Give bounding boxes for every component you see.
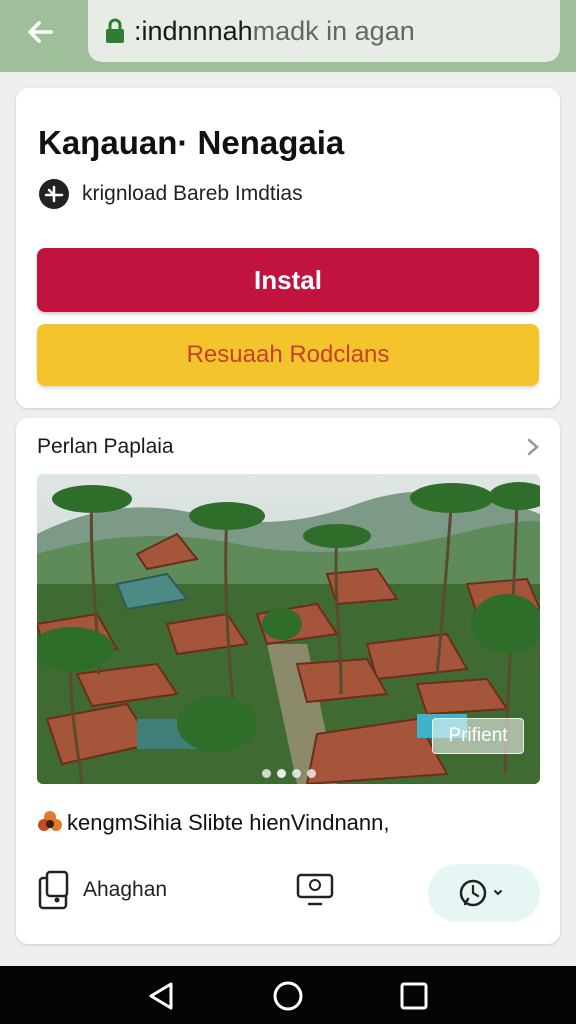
- gallery-card: Perlan Paplaia Prifient kengmSihia Slibt…: [16, 418, 560, 944]
- lock-icon: [106, 18, 124, 43]
- app-subtitle-row: krignload Bareb Imdtias: [38, 178, 303, 210]
- section-title: Perlan Paplaia: [37, 435, 174, 458]
- description-row: kengmSihia Slibte hienVindnann,: [37, 810, 390, 836]
- app-title: Kaŋauan· Nenagaia: [38, 124, 345, 161]
- app-subtitle: krignload Bareb Imdtias: [82, 182, 303, 205]
- secondary-button[interactable]: Resuaah Rodclans: [37, 324, 539, 386]
- action-row: Ahaghan: [37, 864, 540, 922]
- nav-home-icon[interactable]: [270, 980, 306, 1012]
- download-icon: [39, 179, 69, 209]
- carousel-dots: [37, 769, 540, 778]
- url-text: :indnnnahmadk in agan: [134, 15, 415, 46]
- nav-recents-icon[interactable]: [396, 980, 432, 1012]
- flower-icon: [38, 811, 62, 831]
- url-bar[interactable]: :indnnnahmadk in agan: [88, 0, 560, 62]
- device-icon: [38, 870, 69, 910]
- chevron-right-icon: [527, 438, 539, 456]
- system-nav-bar: [0, 966, 576, 1024]
- nav-back-icon[interactable]: [143, 980, 179, 1012]
- carousel-dot[interactable]: [291, 769, 301, 778]
- app-card: Kaŋauan· Nenagaia krignload Bareb Imdtia…: [16, 88, 560, 408]
- village-photo[interactable]: Prifient: [37, 474, 540, 784]
- browser-top-bar: :indnnnahmadk in agan: [0, 0, 576, 72]
- chat-icon: [459, 879, 502, 907]
- device-action[interactable]: Ahaghan: [37, 870, 167, 910]
- monitor-icon[interactable]: [295, 872, 335, 908]
- back-button[interactable]: [18, 12, 62, 52]
- install-button[interactable]: Instal: [37, 248, 539, 312]
- chat-fab[interactable]: [428, 864, 540, 922]
- back-arrow-icon: [28, 21, 53, 43]
- gallery-header[interactable]: Perlan Paplaia: [37, 432, 541, 462]
- carousel-dot[interactable]: [261, 769, 271, 778]
- device-action-label: Ahaghan: [83, 878, 168, 901]
- preview-badge[interactable]: Prifient: [432, 718, 524, 754]
- description-text: kengmSihia Slibte hienVindnann,: [67, 810, 390, 835]
- carousel-dot-active[interactable]: [276, 769, 286, 778]
- carousel-dot[interactable]: [306, 769, 316, 778]
